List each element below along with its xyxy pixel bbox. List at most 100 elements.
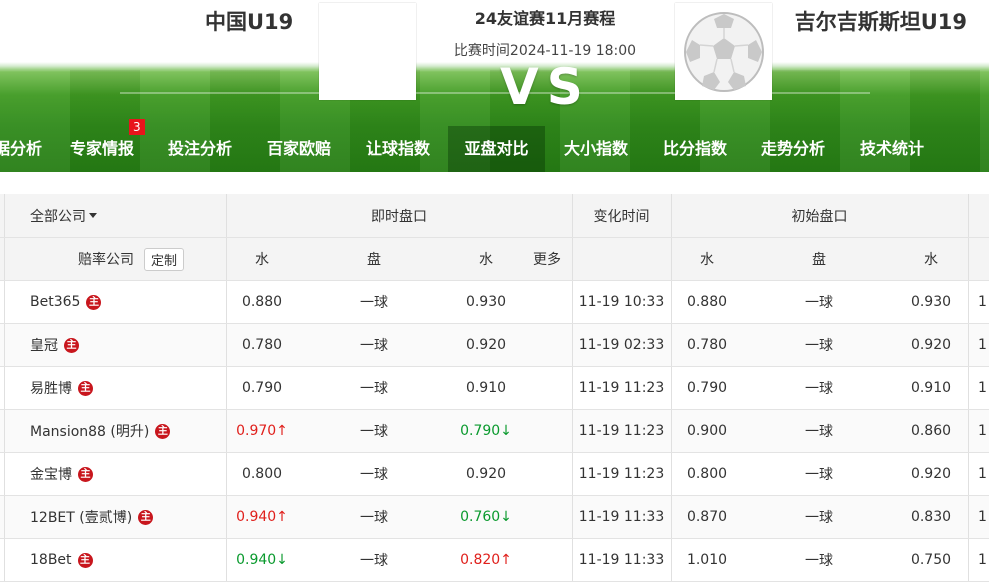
live-away-water-header: 水: [479, 252, 493, 268]
notification-badge: 3: [129, 119, 145, 135]
all-companies-dropdown[interactable]: 全部公司: [4, 194, 226, 237]
company-cell[interactable]: 皇冠主: [4, 324, 226, 366]
nav-item-label: 专家情报: [69, 139, 134, 158]
initial-away-water: 0.830: [910, 509, 952, 525]
home-marker-icon: 主: [86, 294, 102, 310]
nav-item-asian-handicap[interactable]: 亚盘对比: [448, 126, 545, 172]
live-home-water: 0.940↓: [236, 552, 288, 568]
analysis-nav: 据分析 专家情报 3 投注分析 百家欧赔 让球指数 亚盘对比 大小指数 比分指数…: [0, 119, 989, 172]
home-marker-icon: 主: [64, 337, 79, 353]
table-header-groups: 全部公司 即时盘口 变化时间 初始盘口: [0, 194, 989, 238]
table-row[interactable]: 皇冠主 0.780 一球 0.920 11-19 02:33 0.780 一球 0.920 1: [0, 324, 989, 367]
home-marker-icon: 主: [155, 423, 171, 439]
company-name[interactable]: Bet365: [30, 294, 80, 310]
company-name[interactable]: 皇冠: [30, 335, 58, 355]
nav-item-over-under[interactable]: 大小指数: [556, 126, 636, 172]
company-label: 赔率公司: [77, 252, 134, 268]
change-time: 11-19 11:23: [578, 423, 665, 439]
initial-away-water: 0.930: [910, 294, 952, 310]
live-handicap: 一球: [360, 553, 388, 569]
live-away-water: 0.790↓: [460, 423, 512, 439]
customize-button[interactable]: 定制: [143, 247, 184, 271]
table-row[interactable]: 12BET (壹贰博) 主 0.940↑ 一球 0.760↓ 11-19 11:33 0.8…: [0, 496, 989, 539]
initial-handicap: 一球: [805, 338, 833, 354]
company-cell[interactable]: 易胜博主: [4, 367, 226, 409]
initial-odds-group-header: 初始盘口: [791, 208, 848, 225]
company-cell[interactable]: 18Bet 主: [4, 539, 226, 581]
company-name[interactable]: 18Bet: [30, 552, 72, 568]
company-cell[interactable]: Mansion88 (明升) 主: [4, 410, 226, 452]
change-time: 11-19 11:23: [578, 466, 665, 482]
company-name[interactable]: 易胜博: [30, 378, 72, 398]
initial-home-water: 0.790: [686, 380, 728, 396]
table-row[interactable]: Mansion88 (明升) 主 0.970↑ 一球 0.790↓ 11-19 11:23…: [0, 410, 989, 453]
initial-home-water: 1.010: [686, 552, 728, 568]
initial-home-water-header: 水: [700, 252, 714, 268]
initial-home-water: 0.880: [686, 294, 728, 310]
vs-label: VS: [500, 58, 591, 116]
live-away-water: 0.920: [465, 337, 507, 353]
table-row[interactable]: 易胜博主 0.790 一球 0.910 11-19 11:23 0.790 一球 0.910 1: [0, 367, 989, 410]
live-away-water: 0.930: [465, 294, 507, 310]
company-name[interactable]: 金宝博: [30, 464, 72, 484]
truncated-extra-cell: 1: [978, 509, 987, 525]
nav-item-trend-analysis[interactable]: 走势分析: [753, 126, 833, 172]
initial-away-water: 0.750: [910, 552, 952, 568]
truncated-extra-cell: 1: [978, 552, 987, 568]
company-cell[interactable]: 金宝博主: [4, 453, 226, 495]
initial-home-water: 0.800: [686, 466, 728, 482]
live-home-water: 0.780: [241, 337, 283, 353]
initial-handicap: 一球: [805, 381, 833, 397]
table-row[interactable]: Bet365 主 0.880 一球 0.930 11-19 10:33 0.880 一球 0.9…: [0, 281, 989, 324]
home-marker-icon: 主: [78, 466, 93, 482]
nav-item-handicap-index[interactable]: 让球指数: [358, 126, 438, 172]
away-team-logo[interactable]: [675, 3, 772, 100]
home-team-name[interactable]: 中国U19: [205, 6, 293, 36]
initial-handicap: 一球: [805, 510, 833, 526]
soccer-ball-icon: [683, 11, 764, 92]
initial-home-water: 0.900: [686, 423, 728, 439]
initial-away-water-header: 水: [924, 252, 938, 268]
initial-handicap: 一球: [805, 295, 833, 311]
table-row[interactable]: 18Bet 主 0.940↓ 一球 0.820↑ 11-19 11:33 1.010 一球 0.…: [0, 539, 989, 582]
away-team-name[interactable]: 吉尔吉斯斯坦U19: [795, 6, 967, 36]
live-handicap: 一球: [360, 381, 388, 397]
company-cell[interactable]: 12BET (壹贰博) 主: [4, 496, 226, 538]
live-handicap: 一球: [360, 338, 388, 354]
table-row[interactable]: 金宝博主 0.800 一球 0.920 11-19 11:23 0.800 一球 0.920 1: [0, 453, 989, 496]
nav-item-expert-intel[interactable]: 专家情报 3: [62, 119, 145, 172]
match-time: 比赛时间2024-11-19 18:00: [453, 43, 637, 59]
nav-item-betting-analysis[interactable]: 投注分析: [160, 126, 240, 172]
live-handicap-header: 盘: [367, 252, 381, 268]
live-handicap: 一球: [360, 295, 388, 311]
caret-down-icon: [89, 213, 97, 218]
live-away-water: 0.920: [465, 466, 507, 482]
initial-away-water: 0.860: [910, 423, 952, 439]
match-header: 中国U19 24友谊赛11月赛程 比赛时间2024-11-19 18:00 VS…: [0, 0, 989, 172]
home-marker-icon: 主: [138, 509, 154, 525]
company-name[interactable]: Mansion88 (明升): [30, 421, 149, 441]
truncated-extra-cell: 1: [978, 380, 987, 396]
home-team-logo[interactable]: [319, 3, 416, 100]
company-name[interactable]: 12BET (壹贰博): [30, 507, 132, 527]
initial-handicap: 一球: [805, 553, 833, 569]
nav-item-score-index[interactable]: 比分指数: [655, 126, 735, 172]
nav-item-data-analysis[interactable]: 据分析: [0, 126, 48, 172]
live-home-water: 0.940↑: [236, 509, 288, 525]
change-time: 11-19 11:33: [578, 509, 665, 525]
match-title[interactable]: 24友谊赛11月赛程: [420, 5, 670, 29]
all-companies-label: 全部公司: [30, 208, 86, 225]
company-cell[interactable]: Bet365 主: [4, 281, 226, 323]
change-time: 11-19 11:23: [578, 380, 665, 396]
live-home-water: 0.880: [241, 294, 283, 310]
nav-item-euro-odds[interactable]: 百家欧赔: [259, 126, 339, 172]
initial-away-water: 0.920: [910, 466, 952, 482]
live-handicap: 一球: [360, 510, 388, 526]
nav-item-tech-stats[interactable]: 技术统计: [852, 126, 932, 172]
initial-handicap: 一球: [805, 424, 833, 440]
more-link[interactable]: 更多: [526, 238, 568, 280]
initial-handicap-header: 盘: [812, 252, 826, 268]
truncated-extra-cell: 1: [978, 294, 987, 310]
live-away-water: 0.820↑: [460, 552, 512, 568]
live-away-water: 0.910: [465, 380, 507, 396]
